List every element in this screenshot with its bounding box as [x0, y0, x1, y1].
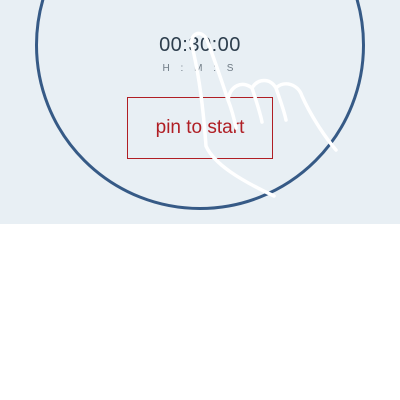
- time-display: 00:30:00: [159, 34, 241, 56]
- pin-to-start-button[interactable]: pin to start: [127, 97, 273, 159]
- time-units-label: H : M : S: [162, 63, 238, 74]
- timer-panel: 00:30:00 H : M : S pin to start: [0, 0, 400, 224]
- timer-screen: 00:30:00 H : M : S pin to start: [0, 0, 400, 400]
